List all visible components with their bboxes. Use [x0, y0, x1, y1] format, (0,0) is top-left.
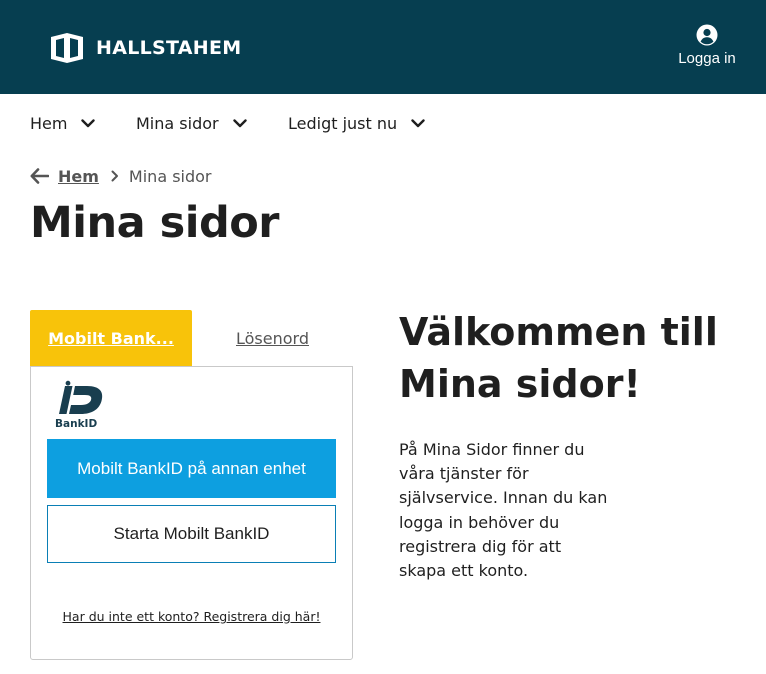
login-button[interactable]: Logga in [661, 24, 753, 68]
welcome-title: Välkommen till Mina sidor! [399, 306, 749, 410]
welcome-title-line2: Mina sidor! [399, 362, 641, 406]
breadcrumb-current: Mina sidor [128, 166, 212, 186]
welcome-title-line1: Välkommen till [399, 310, 718, 354]
chevron-right-icon [111, 170, 118, 182]
hallstahem-logo-icon [51, 33, 83, 63]
page-title: Mina sidor [30, 198, 280, 248]
nav-item-hem[interactable]: Hem [30, 112, 96, 134]
tab-losenord[interactable]: Lösenord [192, 310, 353, 367]
register-link[interactable]: Har du inte ett konto? Registrera dig hä… [31, 609, 352, 624]
chevron-down-icon [411, 118, 425, 127]
bankid-other-device-button[interactable]: Mobilt BankID på annan enhet [47, 439, 336, 498]
button-label: Starta Mobilt BankID [113, 524, 270, 543]
nav-item-label: Hem [30, 113, 68, 133]
site-header: HALLSTAHEM Logga in [0, 0, 766, 94]
arrow-left-icon[interactable] [30, 168, 49, 184]
tab-mobilt-bankid[interactable]: Mobilt Bank... [30, 310, 192, 367]
nav-item-label: Ledigt just nu [288, 113, 398, 133]
bankid-logo-text: BankID [55, 418, 97, 430]
chevron-down-icon [81, 118, 96, 127]
button-label: Mobilt BankID på annan enhet [77, 458, 306, 478]
welcome-text: På Mina Sidor finner du våra tjänster fö… [399, 440, 608, 581]
chevron-down-icon [232, 118, 247, 127]
login-label: Logga in [678, 50, 736, 67]
brand-name: HALLSTAHEM [96, 37, 242, 59]
breadcrumb: Hem Mina sidor [30, 165, 212, 187]
nav-item-mina-sidor[interactable]: Mina sidor [136, 112, 247, 134]
main-navigation: Hem Mina sidor Ledigt just nu [0, 94, 766, 151]
site-logo[interactable]: HALLSTAHEM [47, 33, 241, 63]
tab-label: Mobilt Bank... [48, 329, 174, 348]
start-bankid-button[interactable]: Starta Mobilt BankID [47, 505, 336, 563]
tab-label: Lösenord [236, 329, 309, 348]
user-circle-icon [696, 24, 718, 46]
bankid-logo-icon: BankID [55, 380, 103, 430]
breadcrumb-link-hem[interactable]: Hem [58, 167, 99, 186]
nav-item-label: Mina sidor [136, 113, 219, 133]
nav-item-ledigt-just-nu[interactable]: Ledigt just nu [288, 112, 425, 134]
login-panel: BankID Mobilt BankID på annan enhet Star… [30, 366, 353, 660]
